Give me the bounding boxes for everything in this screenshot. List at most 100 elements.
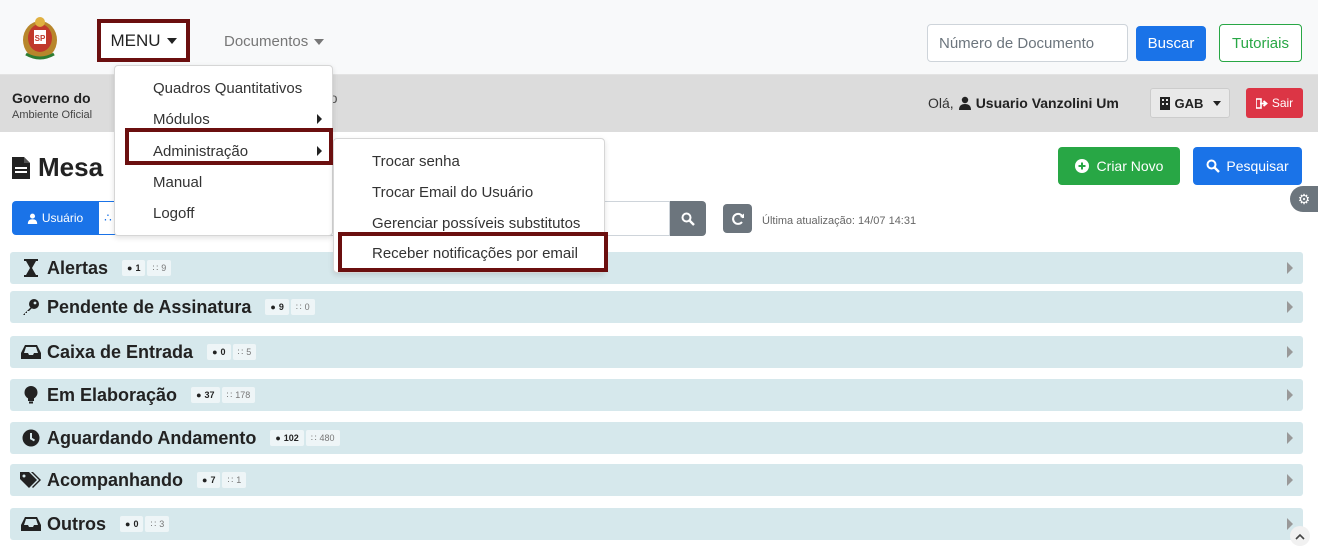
users-icon: ∷ <box>310 432 317 443</box>
user-name: Usuario Vanzolini Um <box>975 95 1119 111</box>
group-aguardando-andamento[interactable]: Aguardando Andamento ● 102 ∷ 480 <box>10 422 1303 454</box>
lotacao-count-badge: ∷ 5 <box>232 344 257 360</box>
user-icon: ● <box>196 390 202 400</box>
sair-button[interactable]: Sair <box>1246 88 1303 118</box>
caret-right-icon <box>1287 474 1293 486</box>
environment-label: Ambiente Oficial <box>12 109 93 121</box>
search-icon <box>1206 159 1221 173</box>
group-name: Acompanhando <box>47 469 184 490</box>
filter-search-button[interactable] <box>670 201 706 236</box>
caret-right-icon <box>1287 262 1293 274</box>
group-em-elaboracao[interactable]: Em Elaboração ● 37 ∷ 178 <box>10 379 1303 411</box>
lotacao-count: 178 <box>235 390 251 400</box>
lotacao-count-badge: ∷ 178 <box>221 387 256 403</box>
user-count: 0 <box>133 519 139 529</box>
lightbulb-icon <box>20 386 42 404</box>
users-icon: ∷ <box>152 262 159 273</box>
user-greeting: Olá, Usuario Vanzolini Um <box>928 95 1119 111</box>
user-count: 7 <box>210 475 216 485</box>
group-name: Alertas <box>47 257 109 278</box>
group-name: Outros <box>47 513 107 534</box>
lotacao-label: GAB <box>1174 95 1204 111</box>
user-icon: ● <box>125 519 131 529</box>
user-icon: ● <box>270 302 276 312</box>
page-title-text: Mesa <box>38 152 104 182</box>
lotacao-selector[interactable]: GAB <box>1150 88 1230 118</box>
user-count: 102 <box>283 433 299 443</box>
group-outros[interactable]: Outros ● 0 ∷ 3 <box>10 508 1303 540</box>
pesquisar-button[interactable]: Pesquisar <box>1193 147 1302 185</box>
menu-item-modulos[interactable]: Módulos <box>153 111 210 128</box>
tutoriais-button[interactable]: Tutoriais <box>1219 24 1302 62</box>
menu-item-manual[interactable]: Manual <box>153 174 202 191</box>
caret-right-icon <box>1287 389 1293 401</box>
plus-circle-icon <box>1074 159 1089 173</box>
lotacao-count-badge: ∷ 480 <box>305 430 340 446</box>
hourglass-icon <box>20 259 42 277</box>
user-icon <box>27 213 38 224</box>
group-name: Pendente de Assinatura <box>47 296 252 317</box>
key-icon <box>20 298 42 316</box>
menu-item-quadros-quantitativos[interactable]: Quadros Quantitativos <box>153 80 302 97</box>
users-icon: ∷ <box>226 389 233 400</box>
document-icon <box>12 156 30 179</box>
lotacao-count: 9 <box>161 263 167 273</box>
submenu-item-trocar-senha[interactable]: Trocar senha <box>372 153 460 170</box>
user-icon: ● <box>212 347 218 357</box>
scroll-to-top-button[interactable] <box>1290 526 1310 546</box>
user-count: 0 <box>220 347 226 357</box>
user-icon: ● <box>275 433 281 443</box>
group-name: Caixa de Entrada <box>47 341 194 362</box>
user-count-badge: ● 9 <box>265 299 289 315</box>
caret-right-icon <box>1287 301 1293 313</box>
user-count-badge: ● 0 <box>120 516 144 532</box>
user-count-badge: ● 0 <box>207 344 231 360</box>
notificacoes-highlight-box <box>338 232 608 272</box>
group-alertas[interactable]: Alertas ● 1 ∷ 9 <box>10 252 1303 284</box>
submenu-item-trocar-email[interactable]: Trocar Email do Usuário <box>372 184 533 201</box>
building-icon <box>1159 96 1170 110</box>
document-number-input[interactable] <box>927 24 1128 62</box>
lotacao-count: 1 <box>236 475 242 485</box>
usuario-toggle-label: Usuário <box>41 211 84 225</box>
lotacao-count: 0 <box>304 302 310 312</box>
tags-icon <box>20 471 42 489</box>
group-caixa-entrada[interactable]: Caixa de Entrada ● 0 ∷ 5 <box>10 336 1303 368</box>
criar-novo-label: Criar Novo <box>1096 158 1164 174</box>
lotacao-count: 5 <box>246 347 252 357</box>
group-acompanhando[interactable]: Acompanhando ● 7 ∷ 1 <box>10 464 1303 496</box>
lotacao-count-badge: ∷ 9 <box>147 260 172 276</box>
criar-novo-button[interactable]: Criar Novo <box>1058 147 1180 185</box>
settings-gear-button[interactable]: ⚙ <box>1290 186 1318 212</box>
last-update-text: Última atualização: 14/07 14:31 <box>762 215 917 227</box>
users-icon: ∷ <box>295 301 302 312</box>
usuario-filter-toggle[interactable]: Usuário <box>12 201 98 235</box>
buscar-button[interactable]: Buscar <box>1136 26 1206 61</box>
chevron-up-icon <box>1295 533 1305 540</box>
refresh-icon <box>731 212 744 225</box>
group-pendente-assinatura[interactable]: Pendente de Assinatura ● 9 ∷ 0 <box>10 291 1303 323</box>
user-count: 37 <box>204 390 215 400</box>
caret-down-icon <box>166 37 177 44</box>
refresh-button[interactable] <box>723 204 752 233</box>
user-count: 1 <box>135 263 141 273</box>
sair-label: Sair <box>1271 96 1294 110</box>
caret-down-icon <box>314 38 325 45</box>
caret-right-icon <box>1287 432 1293 444</box>
user-count-badge: ● 1 <box>122 260 146 276</box>
lotacao-count-badge: ∷ 1 <box>222 472 247 488</box>
pesquisar-label: Pesquisar <box>1226 158 1289 174</box>
menu-item-logoff[interactable]: Logoff <box>153 205 194 222</box>
user-count-badge: ● 102 <box>270 430 304 446</box>
submenu-item-gerenciar-substitutos[interactable]: Gerenciar possíveis substitutos <box>372 215 580 232</box>
clock-icon <box>20 429 42 447</box>
main-menu-button[interactable]: MENU <box>97 19 190 62</box>
lotacao-count-badge: ∷ 0 <box>290 299 315 315</box>
greeting-prefix: Olá, <box>928 95 954 111</box>
users-icon: ∷ <box>237 346 244 357</box>
state-seal-logo[interactable]: SP <box>20 14 60 62</box>
caret-right-icon <box>317 114 322 124</box>
lotacao-count: 480 <box>319 433 335 443</box>
documentos-menu[interactable]: Documentos <box>224 33 325 50</box>
caret-down-icon <box>1213 100 1222 106</box>
